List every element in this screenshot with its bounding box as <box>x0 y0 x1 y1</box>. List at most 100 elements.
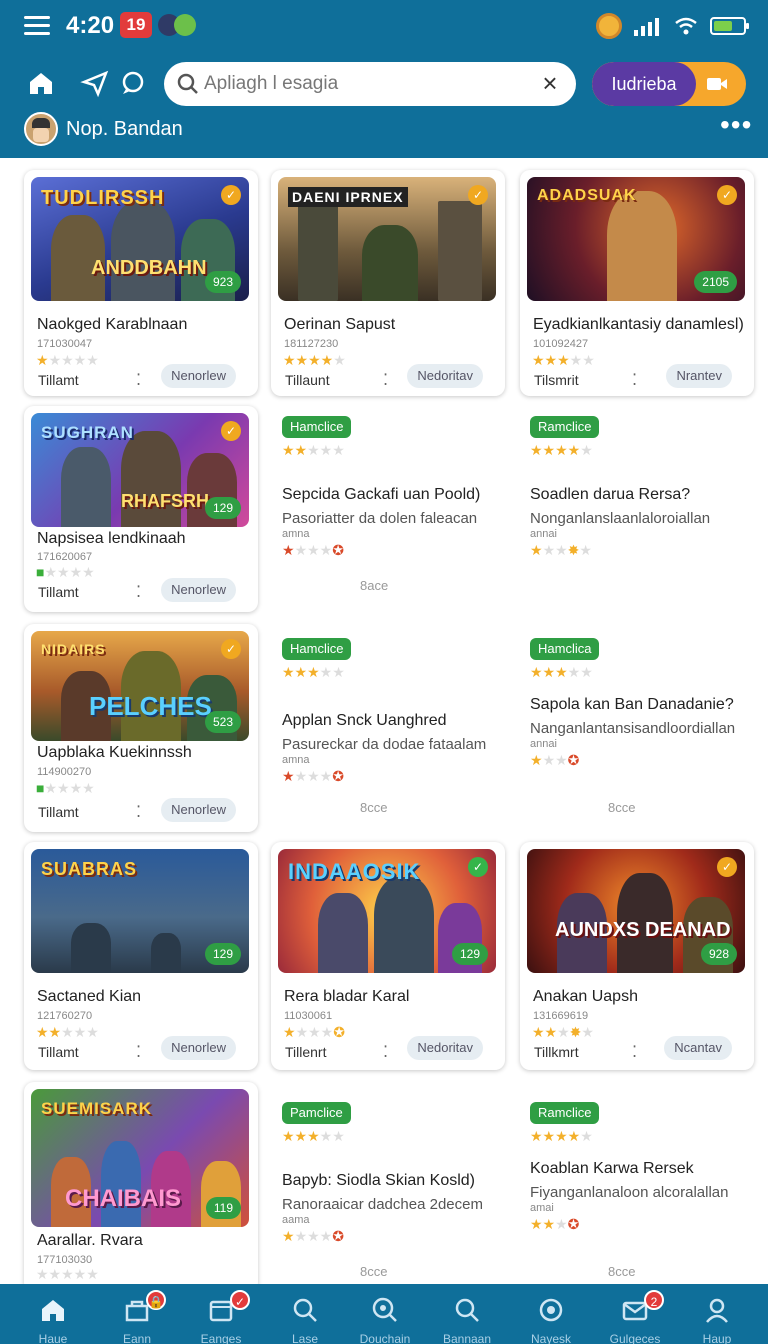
promo-desc: Fiyanganlanaloon alcoralallan <box>530 1184 729 1201</box>
bottom-nav-search[interactable]: Lase <box>262 1284 348 1344</box>
promo-desc: Nanganlantansisandloordiallan <box>530 720 736 737</box>
card-status: Tillaunt <box>285 372 330 388</box>
review-button[interactable]: Ncantav <box>664 1036 732 1060</box>
rating-stars: ★★★✪ <box>530 1216 580 1232</box>
more-link[interactable]: 8ace <box>360 578 388 593</box>
notification-badge[interactable]: 19 <box>120 12 152 38</box>
bottom-nav-games[interactable]: ✓ Eanges <box>178 1284 264 1344</box>
dots-icon[interactable]: ⁚ <box>383 1042 388 1062</box>
favorite-icon[interactable]: ✓ <box>717 185 737 205</box>
close-icon[interactable]: × <box>538 70 562 96</box>
promo-title: Sepcida Gackafi uan Poold) <box>282 486 481 503</box>
dots-icon[interactable]: ⁚ <box>136 802 141 822</box>
favorite-icon[interactable]: ✓ <box>468 185 488 205</box>
game-id: 114900270 <box>37 766 92 778</box>
status-bar: 4:20 19 <box>0 0 768 52</box>
promo-sub: amna <box>282 528 310 540</box>
bottom-nav-messages[interactable]: 2 Gulgeces <box>592 1284 678 1344</box>
more-link[interactable]: 8cce <box>360 800 387 815</box>
dots-icon[interactable]: ⁚ <box>136 582 141 602</box>
game-card[interactable]: TUDLIRSSH ANDDBAHN ✓ 923 Naokged Karabln… <box>24 170 258 396</box>
review-button[interactable]: Nenorlew <box>161 1036 236 1060</box>
favorite-icon[interactable]: ✓ <box>468 857 488 877</box>
game-card[interactable]: SUABRAS 129 Sactaned Kian 121760270 ★★★★… <box>24 842 258 1070</box>
clock: 4:20 <box>66 12 115 39</box>
rating-stars: ★★★✸★ <box>532 1024 594 1040</box>
promo-item[interactable]: Pamclice ★★★★★ Bapyb: Siodla Skian Kosld… <box>270 1092 504 1284</box>
menu-icon[interactable] <box>24 16 50 36</box>
action-pill-label[interactable]: Iudrieba <box>592 62 696 106</box>
search-bar[interactable]: × <box>164 62 576 106</box>
game-title: Anakan Uapsh <box>533 988 638 1005</box>
more-link[interactable]: 8cce <box>608 800 635 815</box>
game-title: Sactaned Kian <box>37 988 142 1005</box>
rating-stars: ★★★★★ <box>532 352 595 368</box>
promo-item[interactable]: Ramclice ★★★★★ Koablan Karwa Rersek Fiya… <box>518 1092 752 1284</box>
promo-item[interactable]: Hamclica ★★★★★ Sapola kan Ban Danadanie?… <box>518 628 752 834</box>
video-icon[interactable] <box>706 75 728 93</box>
promo-item[interactable]: Hamclice ★★★★★ Applan Snck Uanghred Pasu… <box>270 628 504 834</box>
game-card[interactable]: DAENI IPRNEX ✓ Oerinan Sapust 181127230 … <box>271 170 505 396</box>
game-title: Oerinan Sapust <box>284 316 396 333</box>
dots-icon[interactable]: ⁚ <box>136 1042 141 1062</box>
favorite-icon[interactable]: ✓ <box>221 421 241 441</box>
bottom-nav: Haue 🔒 Eann ✓ Eanges Lase Douchain Banna… <box>0 1284 768 1344</box>
game-title: Napsisea lendkinaah <box>37 530 186 547</box>
dots-icon[interactable]: ⁚ <box>632 1042 637 1062</box>
review-button[interactable]: Nedoritav <box>407 364 483 388</box>
game-id: 101092427 <box>533 338 589 350</box>
review-button[interactable]: Nenorlew <box>161 578 236 602</box>
more-link[interactable]: 8cce <box>360 1264 387 1279</box>
game-id: 131669619 <box>533 1010 589 1022</box>
game-card[interactable]: ADADSUAK ✓ 2105 Eyadkianlkantasiy danaml… <box>520 170 754 396</box>
search-input[interactable] <box>204 70 524 98</box>
rating-stars: ★★★★★ <box>283 352 346 368</box>
promo-desc: Nonganlanslaanlaloroiallan <box>530 510 711 527</box>
bottom-nav-profile[interactable]: Haup <box>674 1284 760 1344</box>
messages-badge: 2 <box>644 1290 664 1310</box>
dots-icon[interactable]: ⁚ <box>136 370 141 390</box>
home-icon[interactable] <box>26 68 56 98</box>
app-header: 4:20 19 × Iudrieba Nop. Bandan ••• <box>0 0 768 158</box>
send-icon[interactable] <box>80 68 110 98</box>
player-count: 129 <box>204 497 241 519</box>
favorite-icon[interactable]: ✓ <box>221 639 241 659</box>
dots-icon[interactable]: ⁚ <box>632 370 637 390</box>
promo-title: Soadlen darua Rersa? <box>530 486 691 503</box>
game-thumbnail: AUNDXS DEANAD ✓ 928 <box>527 849 745 973</box>
promo-tag: Pamclice <box>282 1102 351 1124</box>
rating-stars: ★★★★✪ <box>282 768 344 784</box>
game-card[interactable]: SUGHRAN RHAFSRH ✓ 129 Napsisea lendkinaa… <box>24 406 258 612</box>
game-thumbnail: DAENI IPRNEX ✓ <box>278 177 496 301</box>
chat-icon[interactable] <box>118 68 148 98</box>
game-thumbnail: SUEMISARK CHAIBAIS 119 <box>31 1089 249 1227</box>
game-thumbnail: INDAAOSIK ✓ 129 <box>278 849 496 973</box>
avatar[interactable] <box>24 112 58 146</box>
more-icon[interactable]: ••• <box>720 111 751 140</box>
review-button[interactable]: Nedoritav <box>407 1036 483 1060</box>
rating-stars: ★★★★★ <box>36 1266 99 1282</box>
favorite-icon[interactable]: ✓ <box>221 185 241 205</box>
review-button[interactable]: Nrantev <box>666 364 732 388</box>
bottom-nav-network[interactable]: Nayesk <box>508 1284 594 1344</box>
bottom-nav-store[interactable]: 🔒 Eann <box>94 1284 180 1344</box>
game-card[interactable]: INDAAOSIK ✓ 129 Rera bladar Karal 110300… <box>271 842 505 1070</box>
favorite-icon[interactable]: ✓ <box>717 857 737 877</box>
game-card[interactable]: AUNDXS DEANAD ✓ 928 Anakan Uapsh 1316696… <box>520 842 754 1070</box>
dots-icon[interactable]: ⁚ <box>383 370 388 390</box>
promo-item[interactable]: Ramclice ★★★★★ Soadlen darua Rersa? Nong… <box>518 406 752 612</box>
battery-icon <box>710 17 749 35</box>
bottom-nav-browse[interactable]: Bannaan <box>424 1284 510 1344</box>
bottom-nav-discover[interactable]: Douchain <box>342 1284 428 1344</box>
more-link[interactable]: 8cce <box>608 1264 635 1279</box>
game-card[interactable]: SUEMISARK CHAIBAIS 119 Aarallar. Rvara 1… <box>24 1082 258 1284</box>
signal-icon <box>634 16 662 36</box>
review-button[interactable]: Nenorlew <box>161 364 236 388</box>
card-status: Tilsmrit <box>534 372 579 388</box>
action-pill[interactable]: Iudrieba <box>592 62 746 106</box>
search-icon <box>455 1298 479 1322</box>
review-button[interactable]: Nenorlew <box>161 798 236 822</box>
promo-item[interactable]: Hamclice ★★★★★ Sepcida Gackafi uan Poold… <box>270 406 504 612</box>
game-card[interactable]: NIDAIRS PELCHES ✓ 523 Uapblaka Kuekinnss… <box>24 624 258 832</box>
bottom-nav-home[interactable]: Haue <box>10 1284 96 1344</box>
